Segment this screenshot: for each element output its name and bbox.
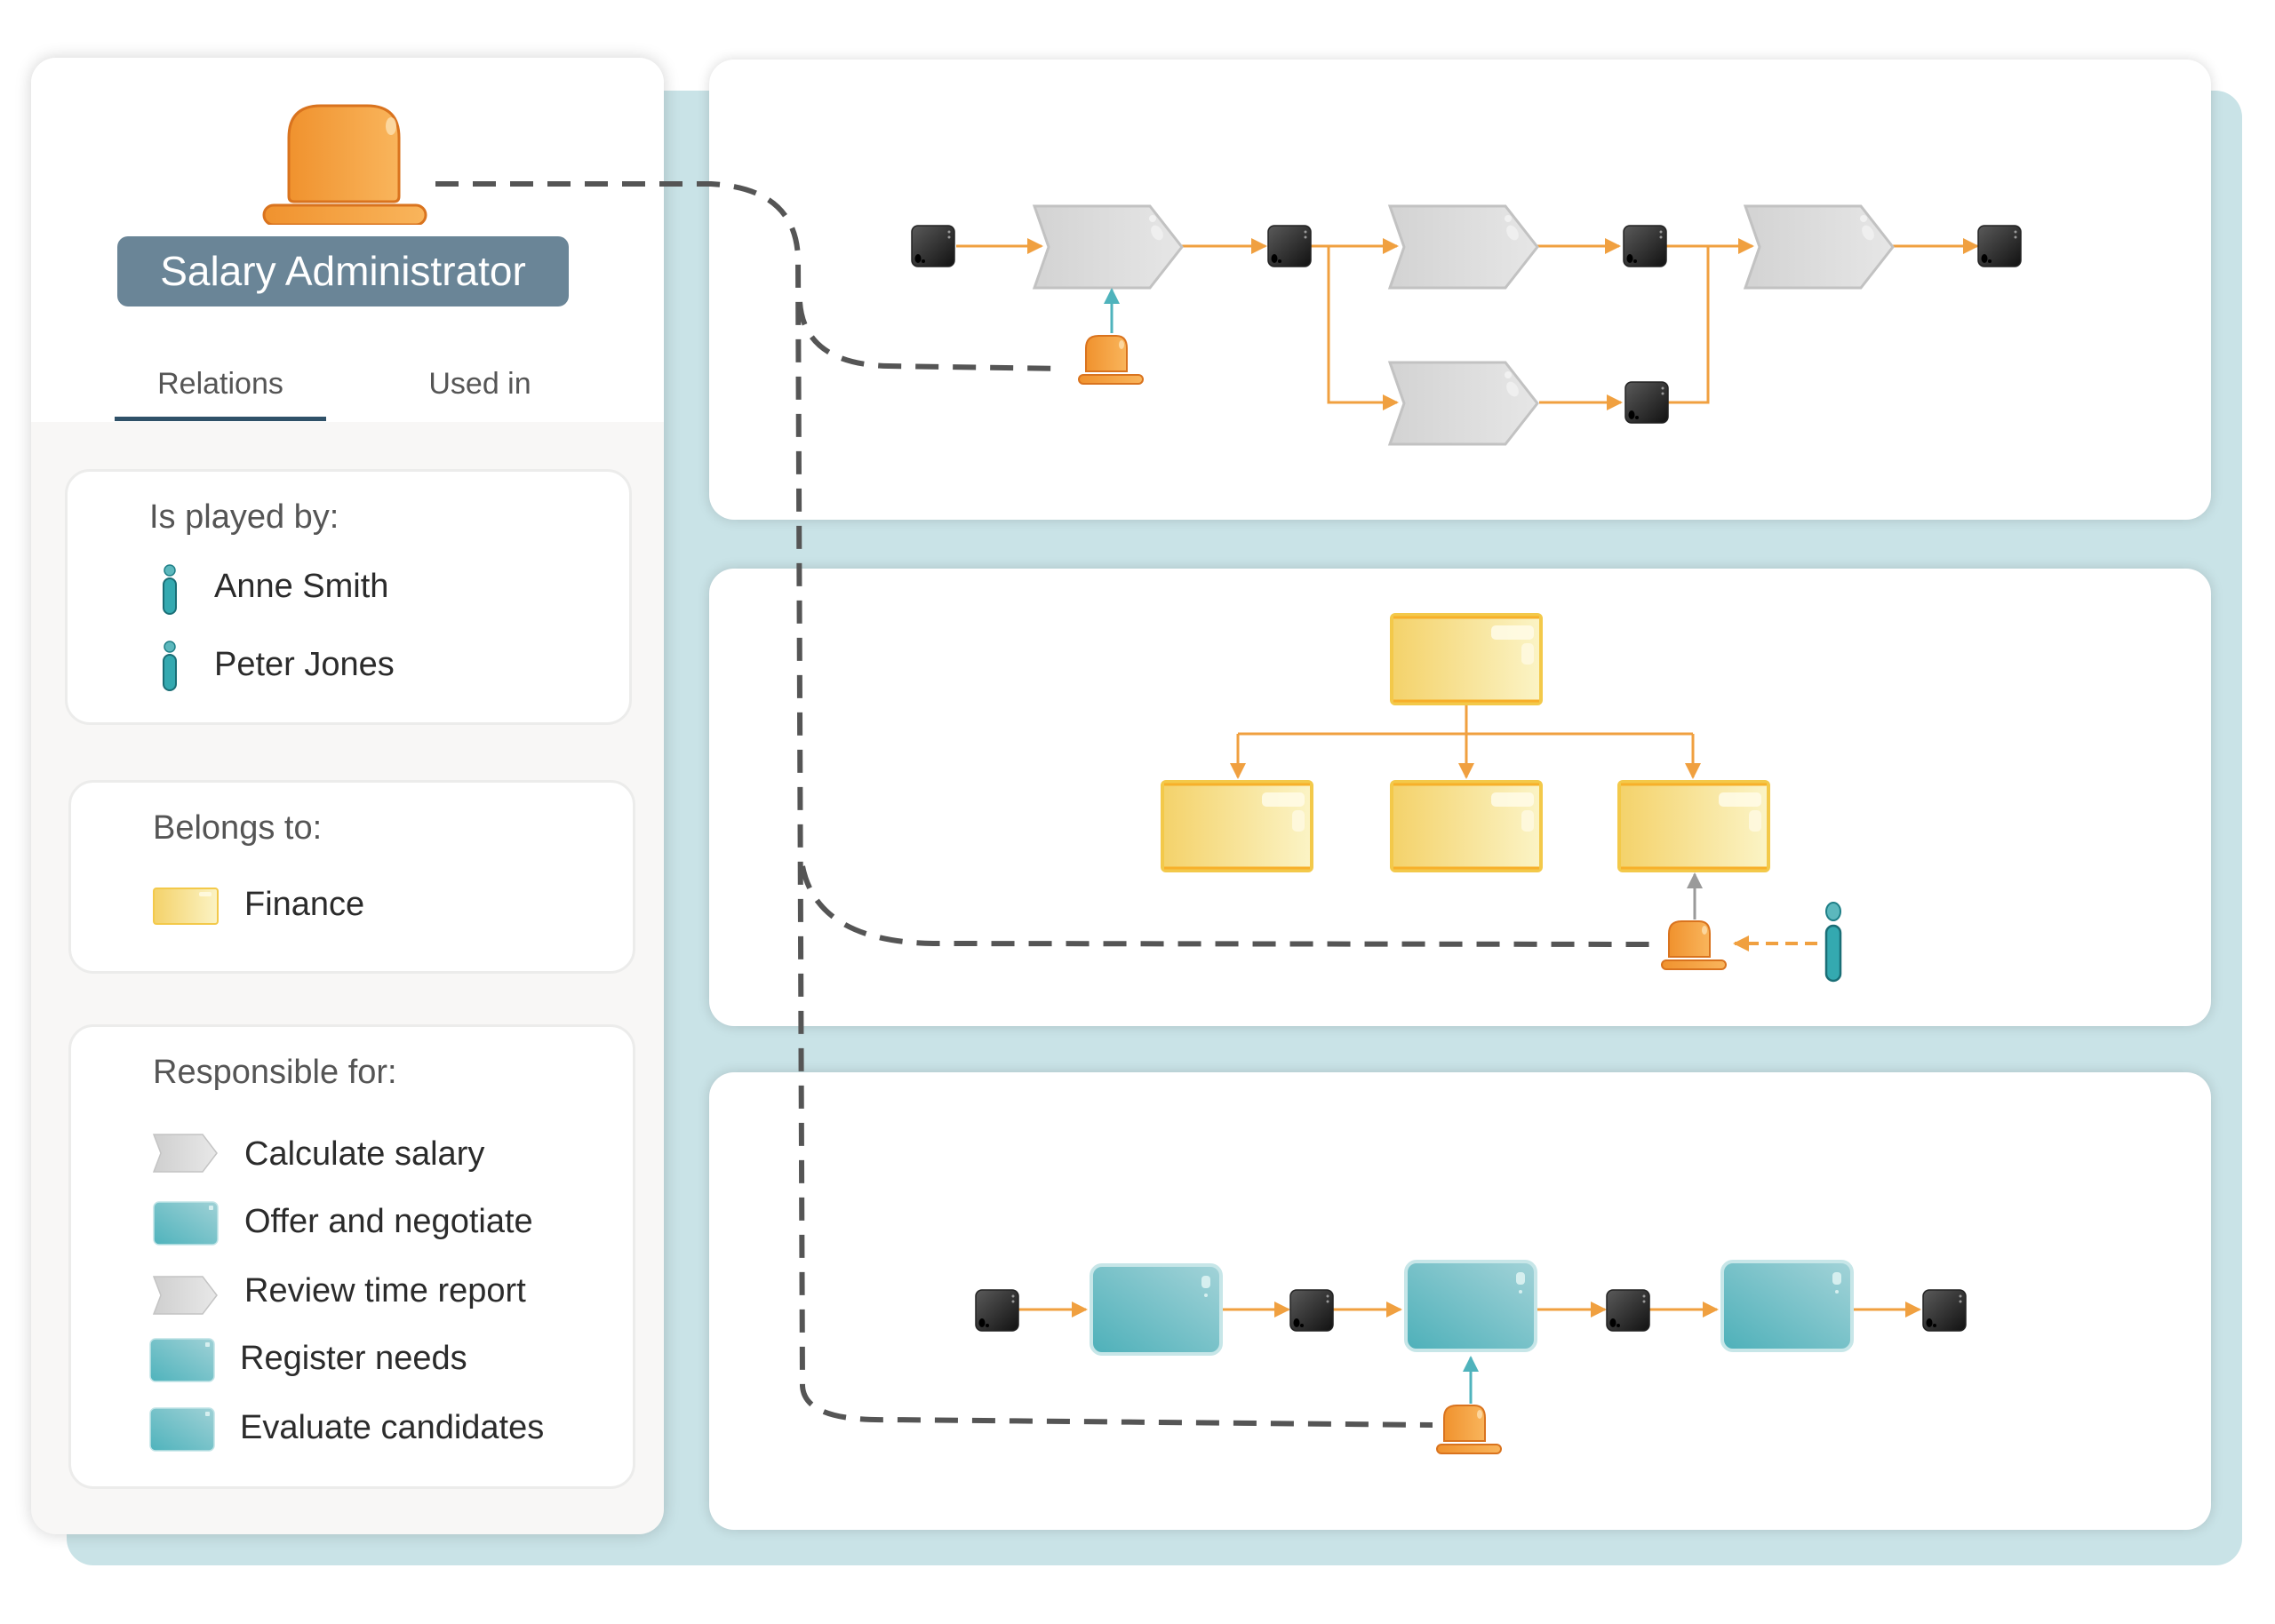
role-icon bbox=[262, 104, 427, 225]
role-header: Salary Administrator Relations Used in bbox=[31, 58, 664, 422]
played-by-card: Is played by: Anne Smith Peter Jones bbox=[65, 469, 632, 725]
org-chart-diagram-panel[interactable] bbox=[709, 569, 2211, 1026]
person-icon bbox=[163, 564, 177, 615]
process-chevron-icon bbox=[153, 1276, 218, 1315]
belongs-to-title: Belongs to: bbox=[153, 809, 323, 847]
activity-flow-diagram-panel[interactable] bbox=[709, 1072, 2211, 1530]
activity-box-icon bbox=[149, 1338, 215, 1382]
list-item[interactable]: Review time report bbox=[244, 1272, 526, 1310]
activity-box-icon bbox=[153, 1201, 219, 1246]
list-item[interactable]: Evaluate candidates bbox=[240, 1409, 544, 1447]
active-tab-indicator bbox=[115, 417, 326, 421]
list-item[interactable]: Register needs bbox=[240, 1340, 467, 1378]
list-item[interactable]: Offer and negotiate bbox=[244, 1203, 533, 1241]
list-item[interactable]: Peter Jones bbox=[214, 646, 395, 684]
process-diagram-panel[interactable] bbox=[709, 60, 2211, 520]
role-details-panel: Salary Administrator Relations Used in I… bbox=[31, 58, 664, 1534]
played-by-title: Is played by: bbox=[149, 498, 339, 536]
list-item[interactable]: Finance bbox=[244, 886, 364, 924]
belongs-to-card: Belongs to: Finance bbox=[68, 780, 635, 974]
person-icon bbox=[163, 641, 177, 691]
list-item[interactable]: Calculate salary bbox=[244, 1135, 484, 1174]
responsible-for-title: Responsible for: bbox=[153, 1054, 397, 1091]
tab-used-in[interactable]: Used in bbox=[378, 367, 582, 402]
role-title-badge: Salary Administrator bbox=[117, 236, 569, 306]
tab-relations[interactable]: Relations bbox=[115, 367, 326, 402]
org-unit-icon bbox=[153, 888, 219, 925]
activity-box-icon bbox=[149, 1407, 215, 1452]
process-chevron-icon bbox=[153, 1134, 218, 1173]
responsible-for-card: Responsible for: Calculate salary Offer … bbox=[68, 1024, 635, 1489]
list-item[interactable]: Anne Smith bbox=[214, 568, 388, 606]
